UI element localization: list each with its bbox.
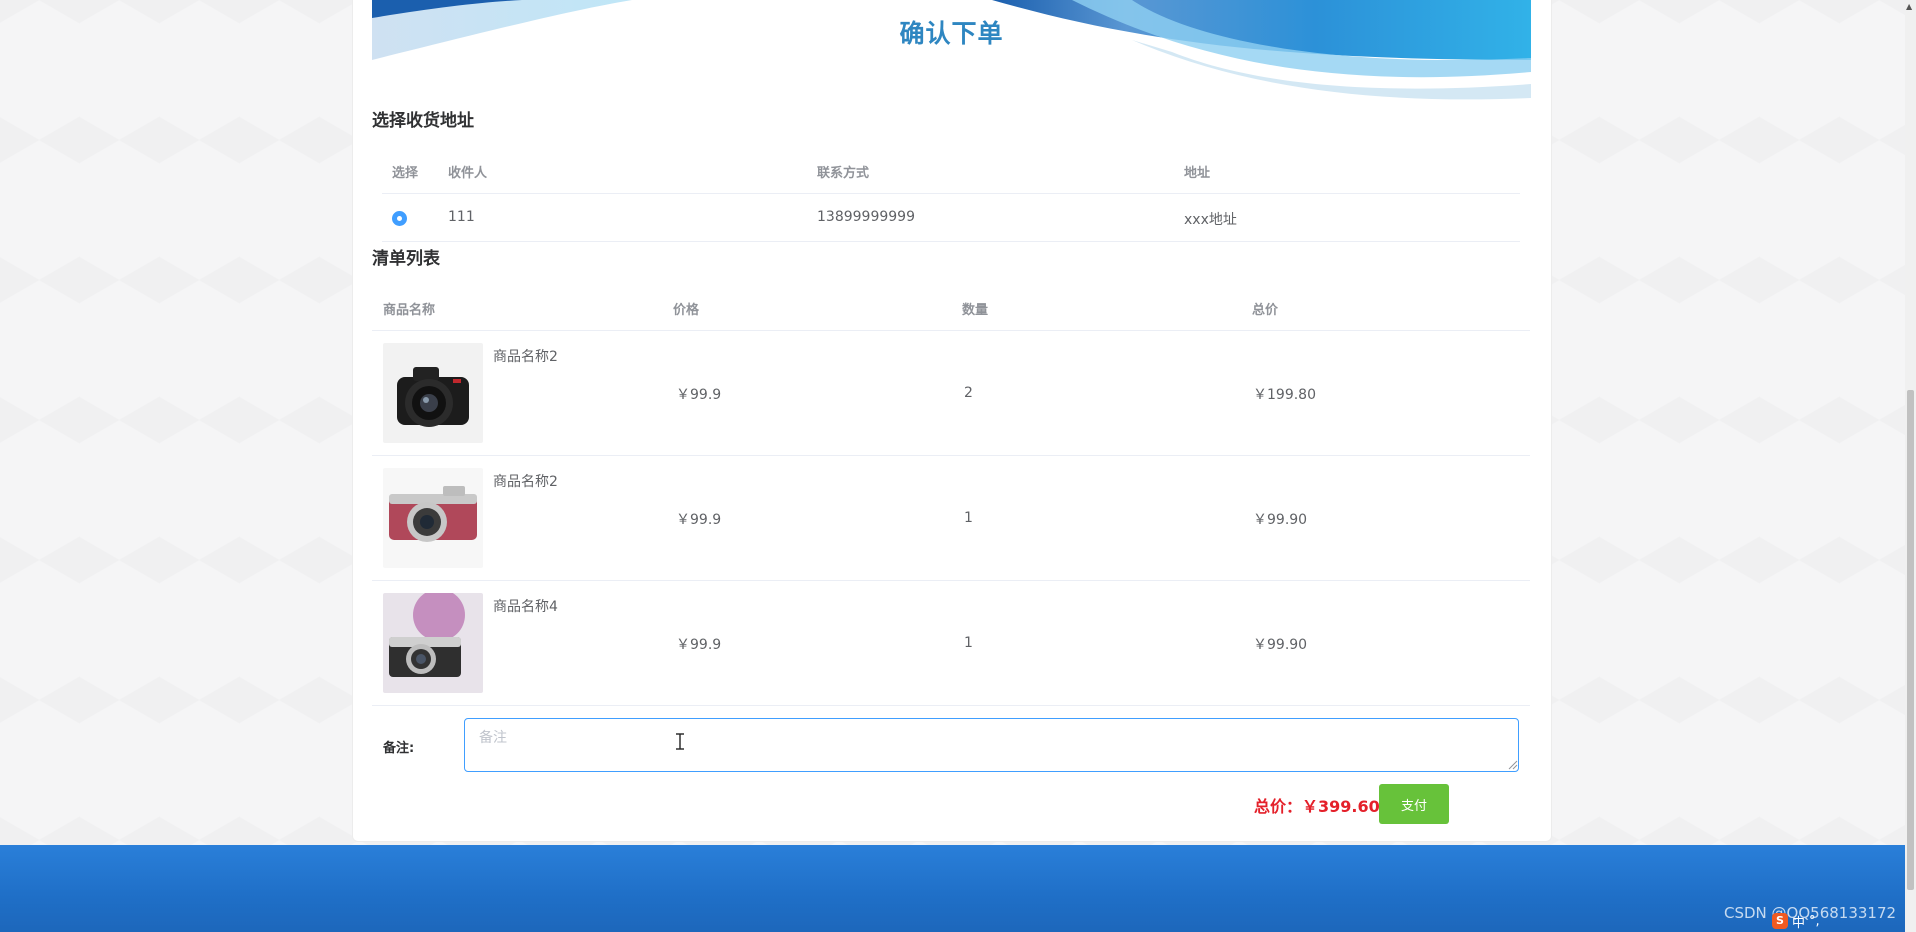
page-scrollbar[interactable]: ▲ [1905,0,1916,932]
product-quantity: 2 [964,385,973,401]
product-quantity: 1 [964,635,973,651]
divider [372,455,1530,456]
product-price: ￥99.9 [676,637,722,653]
product-image-black-dslr-camera[interactable] [383,343,483,443]
address-section-title: 选择收货地址 [372,111,474,131]
items-section-title: 清单列表 [372,249,440,269]
camera-icon [383,343,483,443]
product-price: ￥99.9 [676,512,722,528]
product-total: ￥99.90 [1253,512,1308,528]
address-radio[interactable] [392,211,407,226]
divider [382,241,1520,242]
product-quantity: 1 [964,510,973,526]
items-col-name: 商品名称 [383,303,436,318]
scroll-up-icon[interactable]: ▲ [1906,2,1912,11]
page-footer [0,845,1905,932]
items-col-total: 总价 [1252,303,1279,318]
address-receiver: 111 [448,209,475,225]
sogou-ime-icon[interactable]: S [1772,913,1788,929]
text-cursor-icon [676,733,684,750]
product-image-silver-mirrorless-camera[interactable] [383,593,483,693]
product-image-red-mirrorless-camera[interactable] [383,468,483,568]
ime-mode[interactable]: 中 [1792,912,1805,931]
divider [382,193,1520,194]
product-name[interactable]: 商品名称4 [493,596,558,616]
divider [372,330,1530,331]
order-total: 总价：￥399.60 [1254,797,1380,816]
camera-icon [383,468,483,568]
address-text: xxx地址 [1184,212,1237,228]
resize-grip-icon[interactable] [1508,760,1518,770]
divider [372,705,1530,706]
page-title: 确认下单 [899,19,1004,48]
product-name[interactable]: 商品名称2 [493,346,558,366]
address-phone: 13899999999 [817,209,915,225]
page-banner: 确认下单 [372,0,1531,104]
ime-punctuation[interactable]: °, [1809,914,1820,929]
address-col-receiver: 收件人 [448,166,488,181]
product-name[interactable]: 商品名称2 [493,471,558,491]
scrollbar-thumb[interactable] [1907,390,1914,890]
product-price: ￥99.9 [676,387,722,403]
system-tray: S 中 °, [1772,912,1820,931]
address-col-phone: 联系方式 [817,166,870,181]
pay-button[interactable]: 支付 [1379,784,1449,824]
items-col-price: 价格 [673,303,700,318]
address-col-select: 选择 [392,166,419,181]
remark-textarea[interactable] [464,718,1519,772]
items-col-quantity: 数量 [962,303,989,318]
address-col-address: 地址 [1184,166,1211,181]
product-total: ￥99.90 [1253,637,1308,653]
product-total: ￥199.80 [1253,387,1316,403]
order-card [352,0,1552,842]
divider [372,580,1530,581]
camera-icon [383,593,483,693]
remark-label: 备注: [383,741,415,756]
